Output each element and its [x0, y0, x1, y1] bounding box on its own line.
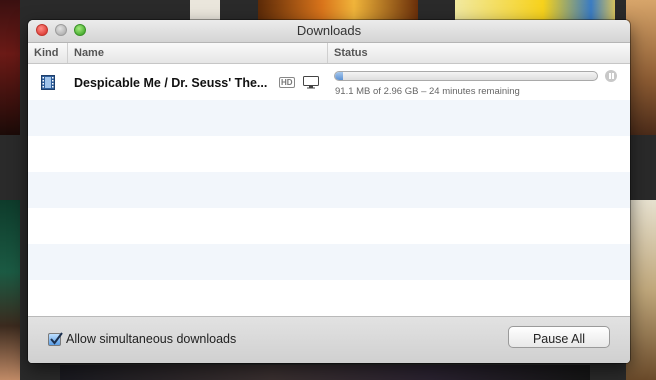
background-poster: [626, 0, 656, 135]
column-status[interactable]: Status: [334, 47, 368, 59]
column-divider[interactable]: [327, 43, 328, 63]
background-poster: [60, 365, 590, 380]
background-poster: [0, 0, 20, 135]
list-row-background: [28, 172, 630, 208]
list-row-background: [28, 280, 630, 316]
film-icon: [41, 75, 55, 90]
download-title: Despicable Me / Dr. Seuss' The...: [74, 76, 268, 90]
column-header: Kind Name Status: [28, 43, 630, 64]
background-poster: [0, 200, 20, 380]
column-kind[interactable]: Kind: [34, 47, 58, 59]
download-status: 91.1 MB of 2.96 GB – 24 minutes remainin…: [335, 86, 520, 97]
simultaneous-downloads-label[interactable]: Allow simultaneous downloads: [66, 332, 236, 346]
list-row-background: [28, 208, 630, 244]
simultaneous-downloads-checkbox[interactable]: [48, 332, 63, 346]
checkmark-icon: [50, 332, 63, 345]
download-row[interactable]: Despicable Me / Dr. Seuss' The... HD 91.…: [28, 64, 630, 100]
list-row-background: [28, 244, 630, 280]
background-poster: [190, 0, 220, 20]
computer-icon: [303, 76, 319, 89]
column-divider[interactable]: [67, 43, 68, 63]
title-bar[interactable]: Downloads: [28, 20, 630, 43]
downloads-window: Downloads Kind Name Status Despicable Me…: [28, 20, 630, 363]
list-row-background: [28, 136, 630, 172]
download-progress-bar: [334, 71, 598, 81]
background-poster: [258, 0, 418, 20]
downloads-list[interactable]: [28, 64, 630, 317]
list-row-background: [28, 100, 630, 136]
pause-icon[interactable]: [605, 70, 617, 82]
download-progress-fill: [335, 72, 343, 80]
background-poster: [626, 200, 656, 380]
window-title: Downloads: [296, 23, 362, 38]
pause-all-button[interactable]: Pause All: [508, 326, 610, 348]
column-name[interactable]: Name: [74, 47, 104, 59]
hd-badge: HD: [279, 77, 295, 88]
background-poster: [455, 0, 615, 20]
footer-bar: Allow simultaneous downloads Pause All: [28, 316, 630, 363]
